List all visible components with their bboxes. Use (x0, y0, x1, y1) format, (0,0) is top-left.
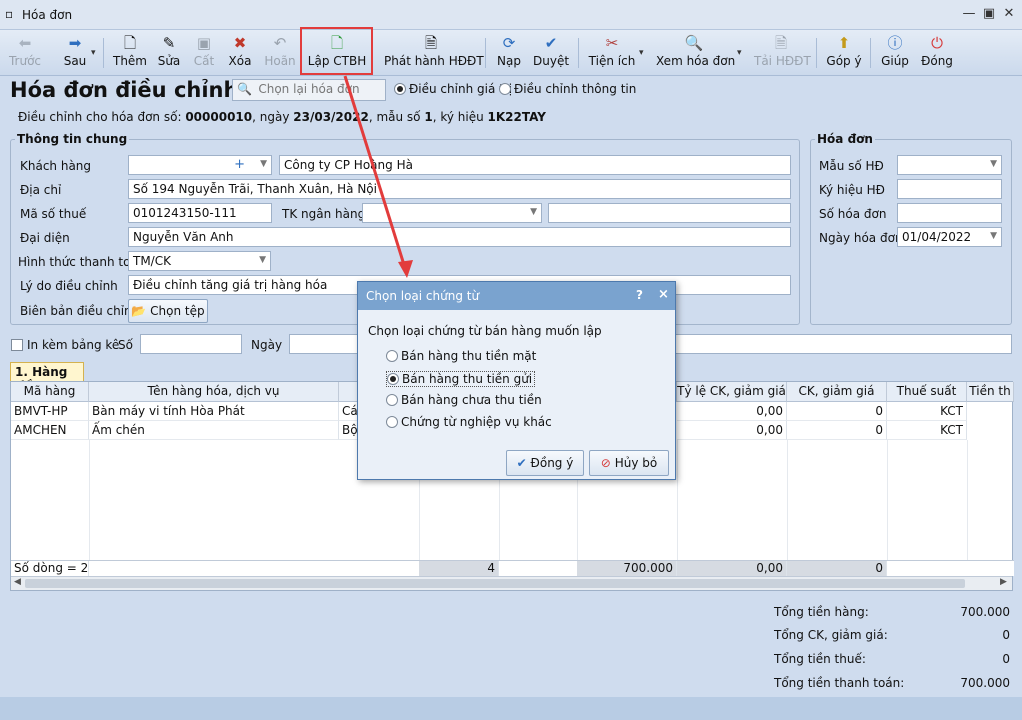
option-cash-sale[interactable]: Bán hàng thu tiền mặt (386, 349, 536, 363)
arrow-line (343, 75, 407, 269)
option-unpaid-sale[interactable]: Bán hàng chưa thu tiền (386, 393, 542, 407)
option-bank-transfer-sale[interactable]: Bán hàng thu tiền gửi (386, 371, 536, 387)
option-label: Bán hàng thu tiền mặt (401, 349, 537, 363)
radio-icon (386, 394, 398, 406)
dialog-title-bar: Chọn loại chứng từ ? × (358, 282, 675, 310)
arrow-head (398, 260, 413, 278)
ok-label: Đồng ý (530, 456, 574, 470)
cancel-icon: ⊘ (600, 456, 611, 470)
option-label: Bán hàng thu tiền gửi (402, 372, 533, 386)
radio-icon (387, 373, 399, 385)
cancel-button[interactable]: ⊘ Hủy bỏ (589, 450, 669, 476)
cancel-label: Hủy bỏ (614, 456, 658, 470)
ok-button[interactable]: ✔ Đồng ý (506, 450, 584, 476)
close-icon[interactable]: × (658, 287, 669, 302)
option-label: Bán hàng chưa thu tiền (401, 393, 542, 407)
radio-icon (386, 350, 398, 362)
option-other-voucher[interactable]: Chứng từ nghiệp vụ khác (386, 415, 552, 429)
dialog-title: Chọn loại chứng từ (366, 289, 480, 303)
dialog-prompt: Chọn loại chứng từ bán hàng muốn lập (368, 324, 602, 338)
choose-voucher-dialog: Chọn loại chứng từ ? × Chọn loại chứng t… (357, 281, 676, 480)
check-icon: ✔ (516, 456, 527, 470)
option-label: Chứng từ nghiệp vụ khác (401, 415, 552, 429)
radio-icon (386, 416, 398, 428)
help-icon[interactable]: ? (636, 288, 643, 302)
